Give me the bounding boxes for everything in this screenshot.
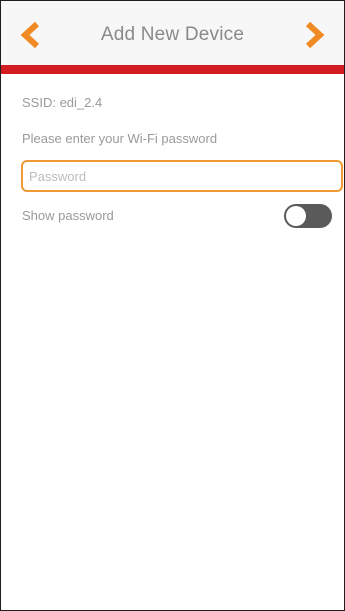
chevron-left-icon [20,21,40,49]
back-button[interactable] [13,15,53,55]
show-password-toggle[interactable] [284,204,332,228]
page-title: Add New Device [100,24,245,45]
chevron-right-icon [305,21,325,49]
navigation-bar: Add New Device [1,1,344,65]
toggle-knob [286,206,306,226]
header-accent-bar [1,65,344,74]
show-password-label: Show password [22,208,114,223]
screen: Add New Device SSID: edi_2.4 Please ente… [0,0,345,611]
password-input[interactable] [21,160,343,192]
password-prompt: Please enter your Wi-Fi password [22,131,218,146]
next-button[interactable] [292,15,332,55]
ssid-label: SSID: edi_2.4 [22,95,103,110]
